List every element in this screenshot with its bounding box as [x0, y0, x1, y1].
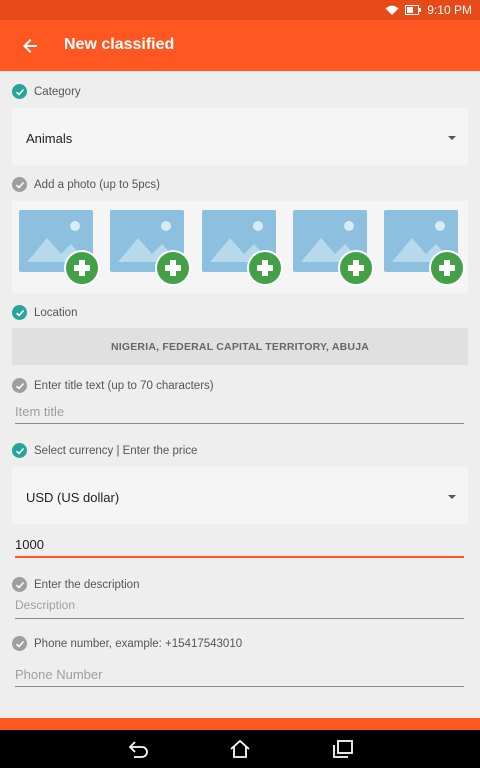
- battery-icon: [405, 5, 422, 15]
- title-input[interactable]: Item title: [15, 404, 464, 424]
- check-icon: [12, 577, 27, 592]
- nav-back-icon[interactable]: [128, 739, 150, 759]
- check-icon: [12, 636, 27, 651]
- title-placeholder: Item title: [15, 404, 65, 419]
- price-label: Select currency | Enter the price: [34, 444, 198, 457]
- title-label-row: Enter title text (up to 70 characters): [12, 378, 214, 393]
- status-time: 9:10 PM: [427, 3, 472, 17]
- price-label-row: Select currency | Enter the price: [12, 443, 197, 458]
- photo-slot-4[interactable]: [293, 210, 374, 286]
- currency-select[interactable]: USD (US dollar): [12, 467, 468, 524]
- page-title: New classified: [64, 36, 175, 53]
- phone-input[interactable]: Phone Number: [15, 667, 464, 687]
- check-icon: [12, 305, 27, 320]
- currency-value: USD (US dollar): [26, 490, 120, 505]
- description-label-row: Enter the description: [12, 577, 139, 592]
- dropdown-arrow-icon: [448, 495, 456, 499]
- location-label-row: Location: [12, 305, 77, 320]
- dropdown-arrow-icon: [448, 136, 456, 140]
- photo-slot-3[interactable]: [202, 210, 283, 286]
- category-select[interactable]: Animals: [12, 108, 468, 165]
- add-icon[interactable]: [247, 250, 283, 286]
- phone-placeholder: Phone Number: [15, 667, 103, 682]
- location-label: Location: [34, 306, 78, 319]
- price-value: 1000: [15, 537, 44, 552]
- photo-label-row: Add a photo (up to 5pcs): [12, 177, 160, 192]
- photo-slot-1[interactable]: [19, 210, 100, 286]
- photo-gallery: [12, 201, 468, 293]
- photo-label: Add a photo (up to 5pcs): [34, 178, 160, 191]
- add-icon[interactable]: [338, 250, 374, 286]
- add-icon[interactable]: [155, 250, 191, 286]
- add-icon[interactable]: [429, 250, 465, 286]
- phone-label: Phone number, example: +15417543010: [34, 637, 243, 650]
- submit-bar[interactable]: [0, 718, 480, 730]
- nav-home-icon[interactable]: [229, 739, 251, 759]
- check-icon: [12, 378, 27, 393]
- phone-label-row: Phone number, example: +15417543010: [12, 636, 242, 651]
- category-value: Animals: [26, 131, 73, 146]
- check-icon: [12, 177, 27, 192]
- photo-slot-5[interactable]: [384, 210, 465, 286]
- check-icon: [12, 84, 27, 99]
- back-arrow-icon[interactable]: [18, 34, 42, 58]
- description-label: Enter the description: [34, 578, 140, 591]
- check-icon: [12, 443, 27, 458]
- photo-slot-2[interactable]: [110, 210, 191, 286]
- location-button[interactable]: NIGERIA, FEDERAL CAPITAL TERRITORY, ABUJ…: [12, 328, 468, 365]
- form: Category Animals Add a photo (up to 5pcs…: [0, 71, 480, 718]
- add-icon[interactable]: [64, 250, 100, 286]
- description-placeholder: Description: [15, 598, 76, 612]
- category-label: Category: [34, 85, 81, 98]
- status-bar: 9:10 PM: [0, 0, 480, 20]
- description-input[interactable]: Description: [15, 598, 464, 619]
- wifi-icon: [385, 5, 399, 16]
- app-bar: New classified: [0, 20, 480, 71]
- category-label-row: Category: [12, 84, 81, 99]
- price-input[interactable]: 1000: [15, 537, 464, 558]
- nav-recents-icon[interactable]: [332, 739, 354, 759]
- system-nav-bar: [0, 730, 480, 768]
- title-label: Enter title text (up to 70 characters): [34, 379, 214, 392]
